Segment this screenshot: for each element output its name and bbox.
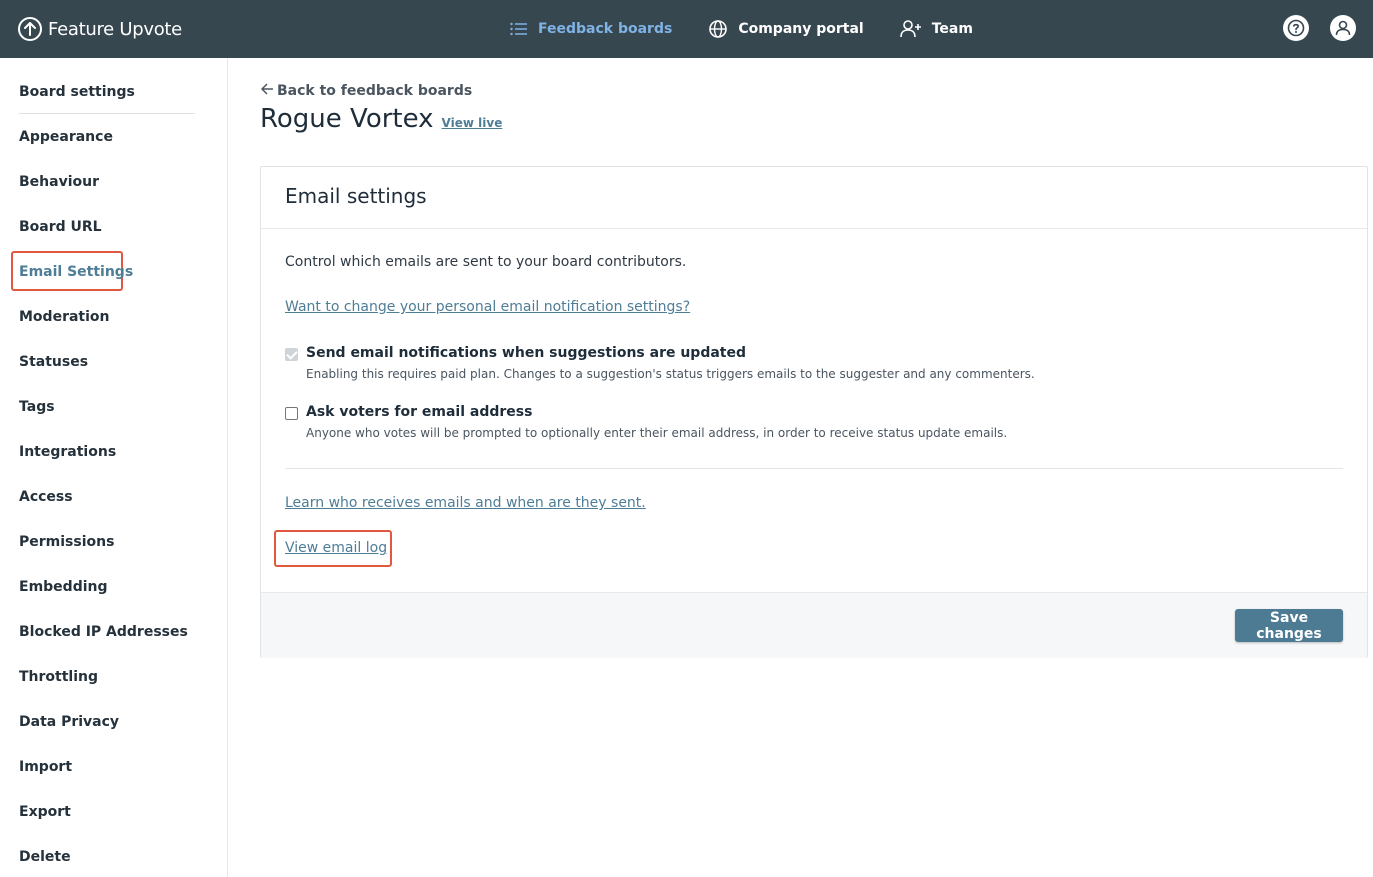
personal-email-settings-link[interactable]: Want to change your personal email notif… [285,299,690,315]
add-user-icon [899,19,922,39]
nav-company-portal[interactable]: Company portal [708,19,864,39]
save-changes-button[interactable]: Save changes [1235,609,1343,642]
sidebar-divider [19,113,195,114]
card-footer: Save changes [261,592,1367,658]
page-title: Rogue Vortex View live [260,104,502,138]
sidebar-item-tags[interactable]: Tags [19,395,55,419]
ask-voters-email-checkbox[interactable] [285,407,298,420]
globe-icon [708,19,728,39]
card-title: Email settings [285,184,427,208]
ask-voters-email-help: Anyone who votes will be prompted to opt… [306,426,1008,440]
app-name: Feature Upvote [48,18,182,40]
user-icon[interactable] [1330,15,1356,41]
send-notifications-label: Send email notifications when suggestion… [306,345,747,361]
sidebar-item-data-privacy[interactable]: Data Privacy [19,710,119,734]
sidebar-item-permissions[interactable]: Permissions [19,530,114,554]
email-settings-card: Email settings Control which emails are … [260,166,1368,658]
sidebar-item-throttling[interactable]: Throttling [19,665,98,689]
main-nav: Feedback boards Company portal Team [510,0,973,58]
sidebar-item-import[interactable]: Import [19,755,72,779]
nav-feedback-boards[interactable]: Feedback boards [510,21,672,37]
option-send-notifications: Send email notifications when suggestion… [285,345,1035,381]
board-name: Rogue Vortex [260,104,434,134]
sidebar-item-statuses[interactable]: Statuses [19,350,88,374]
view-live-link[interactable]: View live [442,116,503,130]
sidebar-item-board-url[interactable]: Board URL [19,215,102,239]
send-notifications-checkbox[interactable] [285,348,298,361]
app-logo[interactable]: Feature Upvote [18,16,182,42]
sidebar-item-moderation[interactable]: Moderation [19,305,110,329]
card-description: Control which emails are sent to your bo… [285,254,687,270]
section-divider [285,468,1343,469]
settings-sidebar: Board settings Appearance Behaviour Boar… [0,58,228,877]
arrow-left-icon [260,83,274,99]
sidebar-item-export[interactable]: Export [19,800,71,824]
list-icon [510,22,528,36]
help-icon[interactable] [1283,15,1309,41]
ask-voters-email-label: Ask voters for email address [306,404,533,420]
nav-feedback-boards-label: Feedback boards [538,21,673,37]
nav-team-label: Team [931,21,973,37]
sidebar-item-blocked-ip-addresses[interactable]: Blocked IP Addresses [19,620,188,644]
sidebar-item-board-settings[interactable]: Board settings [19,80,135,104]
sidebar-item-behaviour[interactable]: Behaviour [19,170,99,194]
nav-company-portal-label: Company portal [738,21,864,37]
sidebar-item-email-settings[interactable]: Email Settings [19,260,133,284]
view-email-log-link[interactable]: View email log [285,540,387,556]
option-ask-voters-email: Ask voters for email address Anyone who … [285,404,1007,440]
card-header: Email settings [261,167,1367,229]
sidebar-item-embedding[interactable]: Embedding [19,575,108,599]
learn-email-recipients-link[interactable]: Learn who receives emails and when are t… [285,495,646,511]
sidebar-item-access[interactable]: Access [19,485,73,509]
send-notifications-help: Enabling this requires paid plan. Change… [306,367,1035,381]
back-to-feedback-boards-link[interactable]: Back to feedback boards [260,81,473,101]
top-navigation-bar: Feature Upvote Feedback boards Company p… [0,0,1373,58]
sidebar-item-integrations[interactable]: Integrations [19,440,116,464]
nav-team[interactable]: Team [899,19,973,39]
top-right-icons [1283,15,1356,41]
upvote-arrow-icon [18,17,42,41]
back-link-label: Back to feedback boards [277,83,473,99]
sidebar-item-appearance[interactable]: Appearance [19,125,113,149]
sidebar-item-delete[interactable]: Delete [19,845,71,869]
